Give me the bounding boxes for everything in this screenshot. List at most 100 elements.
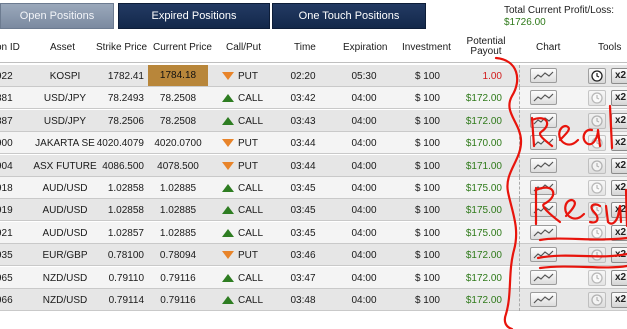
asset-name: NZD/USD — [42, 294, 88, 306]
double-up-button[interactable]: x2 — [611, 68, 627, 84]
strike-price: 0.79110 — [108, 272, 144, 284]
current-price: 1.02885 — [159, 227, 197, 239]
clock-button[interactable] — [588, 158, 606, 174]
clock-button[interactable] — [588, 270, 606, 286]
column-divider — [519, 289, 520, 311]
chart-button[interactable] — [530, 247, 557, 262]
chart-button[interactable] — [530, 202, 557, 217]
asset-name: JAKARTA SE — [35, 137, 95, 149]
potential-payout: $175.00 — [466, 182, 502, 194]
arrow-down-icon — [222, 162, 234, 170]
clock-icon — [591, 182, 603, 194]
total-profit-label: Total Current Profit/Loss: — [504, 5, 615, 16]
double-up-button[interactable]: x2 — [611, 113, 627, 129]
tab-expired-positions[interactable]: Expired Positions — [118, 3, 270, 29]
chart-button[interactable] — [530, 270, 557, 285]
clock-button[interactable] — [588, 113, 606, 129]
double-up-button[interactable]: x2 — [611, 202, 627, 218]
mini-chart-icon — [533, 205, 554, 214]
direction-label: PUT — [238, 160, 258, 172]
column-divider — [519, 199, 520, 221]
clock-button[interactable] — [588, 225, 606, 241]
table-row: 904 ASX FUTURE 4086.500 4078.500 PUT 03:44 04:… — [0, 155, 627, 177]
mini-chart-icon — [533, 161, 554, 170]
clock-button[interactable] — [588, 68, 606, 84]
column-divider — [519, 177, 520, 199]
clock-button[interactable] — [588, 90, 606, 106]
strike-price: 0.78100 — [107, 249, 144, 261]
col-header-direction: Call/Put — [226, 41, 262, 53]
asset-name: USD/JPY — [43, 92, 87, 104]
arrow-down-icon — [222, 139, 234, 147]
open-time: 03:43 — [290, 115, 316, 127]
tab-one-touch-positions[interactable]: One Touch Positions — [272, 3, 426, 29]
arrow-down-icon — [222, 251, 234, 259]
column-divider — [519, 244, 520, 266]
column-divider — [519, 110, 520, 132]
direction-label: CALL — [238, 182, 264, 194]
open-time: 03:45 — [290, 182, 316, 194]
double-up-button[interactable]: x2 — [611, 135, 627, 151]
chart-button[interactable] — [530, 113, 557, 128]
clock-button[interactable] — [588, 247, 606, 263]
direction: CALL — [222, 87, 276, 109]
clock-icon — [591, 92, 603, 104]
direction: PUT — [222, 65, 276, 87]
chart-button[interactable] — [530, 90, 557, 105]
investment-amount: $ 100 — [414, 137, 440, 149]
position-id: 965 — [0, 272, 13, 284]
double-up-button[interactable]: x2 — [611, 225, 627, 241]
double-up-button[interactable]: x2 — [611, 292, 627, 308]
potential-payout: $170.00 — [466, 137, 502, 149]
double-up-button[interactable]: x2 — [611, 158, 627, 174]
open-time: 03:47 — [290, 272, 316, 284]
chart-button[interactable] — [530, 225, 557, 240]
double-up-button[interactable]: x2 — [611, 270, 627, 286]
double-up-button[interactable]: x2 — [611, 90, 627, 106]
col-header-asset: Asset — [50, 41, 76, 53]
chart-button[interactable] — [530, 135, 557, 150]
current-price: 1.02885 — [159, 182, 197, 194]
potential-payout: $172.00 — [466, 249, 502, 261]
mini-chart-icon — [533, 250, 554, 259]
column-divider — [519, 65, 520, 87]
double-up-button[interactable]: x2 — [611, 247, 627, 263]
mini-chart-icon — [533, 295, 554, 304]
table-row: 921 AUD/USD 1.02857 1.02885 CALL 03:45 04:00 $ … — [0, 222, 627, 244]
chart-button[interactable] — [530, 158, 557, 173]
clock-button[interactable] — [588, 180, 606, 196]
current-price: 0.78094 — [159, 249, 197, 261]
expiration-time: 05:30 — [351, 70, 377, 82]
investment-amount: $ 100 — [414, 115, 440, 127]
current-price: 1784.18 — [148, 65, 208, 86]
chart-button[interactable] — [530, 180, 557, 195]
chart-button[interactable] — [530, 68, 557, 83]
clock-icon — [591, 137, 603, 149]
mini-chart-icon — [533, 93, 554, 102]
position-id: 922 — [0, 70, 13, 82]
expiration-time: 04:00 — [351, 294, 377, 306]
direction-label: PUT — [238, 70, 258, 82]
clock-icon — [591, 70, 603, 82]
asset-name: AUD/USD — [42, 204, 88, 216]
asset-name: EUR/GBP — [42, 249, 88, 261]
clock-button[interactable] — [588, 292, 606, 308]
position-id: 966 — [0, 294, 13, 306]
chart-button[interactable] — [530, 292, 557, 307]
potential-payout: $175.00 — [466, 204, 502, 216]
direction: CALL — [222, 222, 276, 244]
expiration-time: 04:00 — [351, 249, 377, 261]
tab-open-positions[interactable]: Open Positions — [0, 3, 114, 29]
potential-payout: $172.00 — [466, 115, 502, 127]
col-header-investment: Investment — [402, 41, 451, 53]
current-price: 0.79116 — [160, 272, 196, 284]
clock-icon — [591, 160, 603, 172]
open-time: 03:46 — [290, 249, 316, 261]
current-price: 4078.500 — [157, 160, 199, 172]
table-row: 919 AUD/USD 1.02858 1.02885 CALL 03:45 04:00 $ … — [0, 199, 627, 221]
direction-label: CALL — [238, 204, 264, 216]
double-up-button[interactable]: x2 — [611, 180, 627, 196]
clock-icon — [591, 115, 603, 127]
clock-button[interactable] — [588, 135, 606, 151]
clock-button[interactable] — [588, 202, 606, 218]
